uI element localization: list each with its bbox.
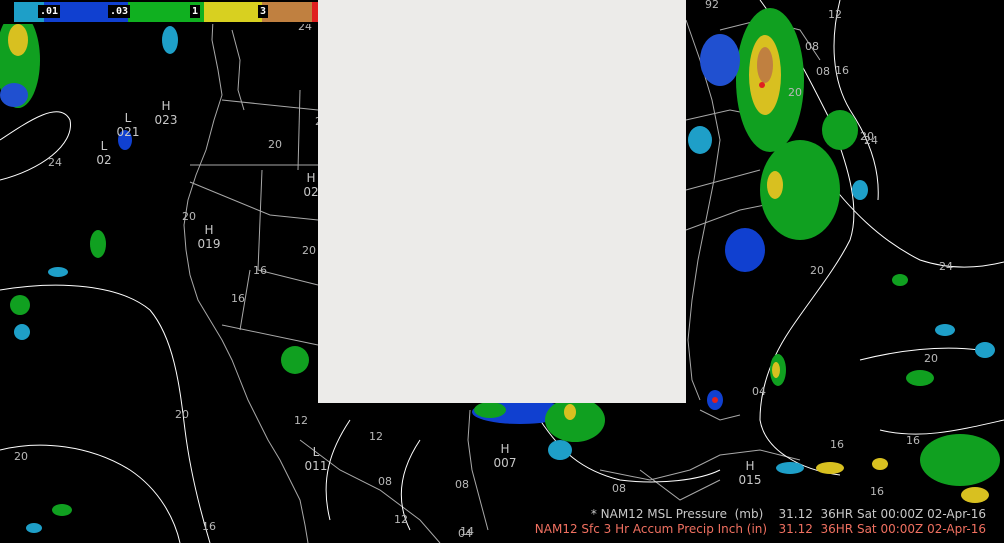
svg-text:H: H [745,459,754,473]
isobar-label: 16 [231,292,245,305]
svg-text:019: 019 [198,237,221,251]
svg-text:L: L [125,111,132,125]
isobar-label: 12 [828,8,842,21]
isobar-label: 16 [906,434,920,447]
svg-text:011: 011 [305,459,328,473]
isobar-label: 12 [394,513,408,526]
svg-text:02: 02 [96,153,111,167]
svg-text:H: H [204,223,213,237]
isobar-label: 20 [788,86,802,99]
svg-text:H: H [500,442,509,456]
svg-text:H: H [306,171,315,185]
colorbar-tick-label: 3 [258,5,269,18]
isobar-label: 16 [870,485,884,498]
svg-text:L: L [101,139,108,153]
isobar-label: 08 [805,40,819,53]
isobar-label: 20 [924,352,938,365]
blank-overlay-panel [318,0,686,403]
isobar-label: 08 [378,475,392,488]
svg-text:007: 007 [494,456,517,470]
isobar-label: 20 [175,408,189,421]
isobar-label: 12 [369,430,383,443]
legend-msl-pressure: * NAM12 MSL Pressure (mb) 31.12 36HR Sat… [590,507,986,521]
isobar-label: 24 [48,156,62,169]
isobar-label: 20 [182,210,196,223]
colorbar-tick-label: 1 [190,5,201,18]
isobar-label: 14 [460,525,474,538]
isobar-label: 16 [830,438,844,451]
isobar-label: 12 [294,414,308,427]
colorbar-tick-label: .03 [108,5,131,18]
svg-text:L: L [313,445,320,459]
isobar-label: 16 [253,264,267,277]
svg-text:02: 02 [303,185,318,199]
svg-text:023: 023 [155,113,178,127]
isobar-label: 20 [268,138,282,151]
isobar-label: 08 [455,478,469,491]
isobar-label: 24 [864,134,878,147]
svg-text:015: 015 [739,473,762,487]
legend-precip: NAM12 Sfc 3 Hr Accum Precip Inch (in) 31… [534,522,986,536]
isobar-label: 20 [810,264,824,277]
precip-colorbar: .01 .03 1 3 [2,0,320,24]
isobar-label: 24 [939,260,953,273]
isobar-label: 16 [202,520,216,533]
svg-text:H: H [161,99,170,113]
isobar-label: 20 [302,244,316,257]
isobar-label: 08 [612,482,626,495]
isobar-label: 16 [835,64,849,77]
isobar-label: 08 [816,65,830,78]
isobar-label: 04 [752,385,766,398]
isobar-label: 20 [14,450,28,463]
colorbar-tick-label: .01 [38,5,61,18]
svg-text:021: 021 [117,125,140,139]
isobar-label: 92 [705,0,719,11]
